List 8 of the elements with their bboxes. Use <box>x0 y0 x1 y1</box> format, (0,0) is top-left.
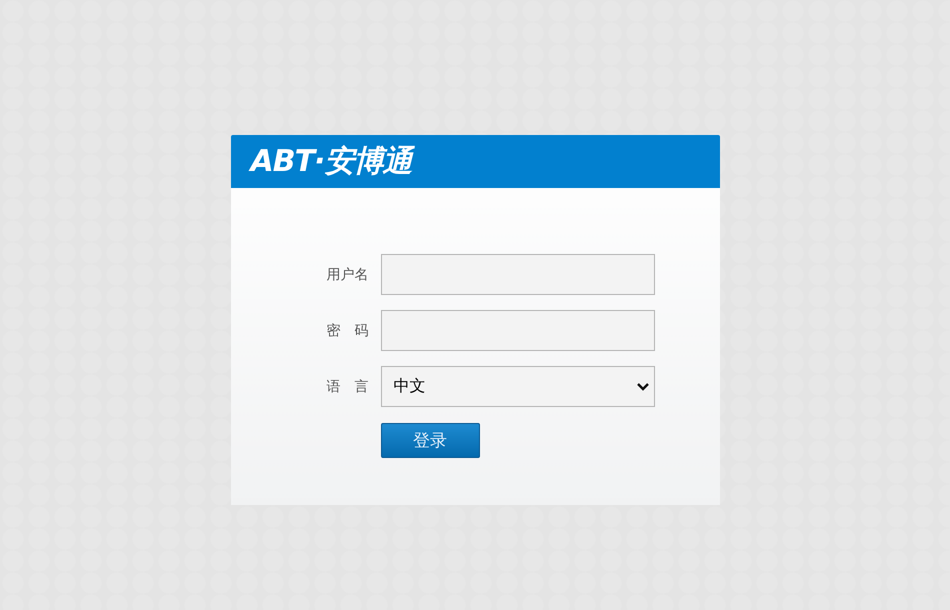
language-select[interactable]: 中文 <box>380 366 654 407</box>
input-field[interactable] <box>380 254 654 295</box>
chevron-down-icon <box>636 382 650 392</box>
input-field[interactable] <box>380 310 654 351</box>
login-button[interactable]: 登录 <box>380 423 480 458</box>
field-label: 密 码 <box>326 322 368 340</box>
field-label: 语 言 <box>326 378 368 396</box>
field-label: 用户名 <box>326 266 368 284</box>
